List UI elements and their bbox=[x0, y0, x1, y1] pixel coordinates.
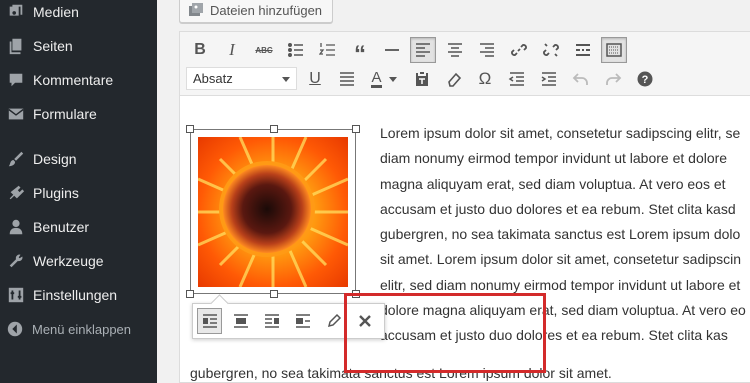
help-icon[interactable]: ? bbox=[632, 66, 658, 92]
sidebar-item-plugins[interactable]: Plugins bbox=[0, 176, 157, 210]
sidebar-item-label: Plugins bbox=[33, 185, 79, 201]
add-media-button[interactable]: Dateien hinzufügen bbox=[179, 0, 334, 23]
collapse-menu-label: Menü einklappen bbox=[32, 321, 132, 337]
sidebar-item-label: Benutzer bbox=[33, 219, 90, 235]
align-right-icon[interactable] bbox=[474, 37, 500, 63]
text-line: magna aliquyam erat, sed diam voluptua. … bbox=[380, 175, 726, 192]
numbered-list-icon[interactable] bbox=[315, 37, 341, 63]
collapse-arrow-icon bbox=[5, 319, 25, 339]
underline-icon[interactable]: U bbox=[302, 66, 328, 92]
paste-text-icon[interactable] bbox=[409, 66, 435, 92]
align-center-icon[interactable] bbox=[442, 37, 468, 63]
special-char-icon[interactable]: Ω bbox=[472, 66, 498, 92]
resize-handle[interactable] bbox=[186, 290, 194, 298]
justify-icon[interactable] bbox=[334, 66, 360, 92]
sidebar-item-label: Werkzeuge bbox=[33, 253, 104, 269]
sidebar-item-design[interactable]: Design bbox=[0, 142, 157, 176]
quote-icon[interactable]: “ bbox=[347, 37, 373, 66]
media-icon bbox=[6, 2, 26, 22]
sunflower-image bbox=[198, 137, 348, 287]
text-line: sit amet. Lorem ipsum dolor sit amet, co… bbox=[380, 251, 742, 268]
resize-handle[interactable] bbox=[186, 125, 194, 133]
sidebar-item-label: Design bbox=[33, 151, 77, 167]
bullet-list-icon[interactable] bbox=[283, 37, 309, 63]
image-align-left-button[interactable] bbox=[197, 308, 223, 334]
sidebar-item-forms[interactable]: Formulare bbox=[0, 97, 157, 131]
sidebar-item-settings[interactable]: Einstellungen bbox=[0, 278, 157, 312]
sidebar-item-label: Formulare bbox=[33, 106, 97, 122]
image-align-center-button[interactable] bbox=[228, 308, 253, 334]
align-none-icon bbox=[296, 314, 311, 328]
align-center-icon bbox=[233, 314, 248, 328]
text-line: elitr, sed diam nonumy eirmod tempor inv… bbox=[380, 276, 741, 293]
admin-sidebar: Medien Seiten Kommentare Formulare Desig… bbox=[0, 0, 157, 383]
add-media-icon bbox=[189, 3, 203, 16]
image-toolbar bbox=[192, 303, 385, 339]
settings-icon bbox=[6, 285, 26, 305]
sidebar-item-label: Einstellungen bbox=[33, 287, 118, 303]
image-align-right-button[interactable] bbox=[259, 308, 284, 334]
unlink-icon[interactable] bbox=[538, 37, 564, 63]
outdent-icon[interactable] bbox=[504, 66, 530, 92]
collapse-menu-button[interactable]: Menü einklappen bbox=[0, 312, 157, 346]
text-line: accusam et justo duo dolores et ea rebum… bbox=[380, 200, 736, 217]
sidebar-item-label: Medien bbox=[33, 4, 79, 20]
sidebar-item-users[interactable]: Benutzer bbox=[0, 210, 157, 244]
pages-icon bbox=[6, 36, 26, 56]
italic-icon[interactable]: I bbox=[219, 37, 245, 63]
resize-handle[interactable] bbox=[352, 290, 360, 298]
add-media-label: Dateien hinzufügen bbox=[210, 2, 323, 18]
text-line: accusam et justo duo dolores et ea rebum… bbox=[380, 327, 728, 344]
format-select-value: Absatz bbox=[193, 71, 233, 86]
align-left-icon bbox=[202, 314, 217, 328]
resize-handle[interactable] bbox=[352, 125, 360, 133]
toolbar-toggle-icon[interactable] bbox=[601, 37, 627, 63]
brush-icon bbox=[6, 149, 26, 169]
sidebar-item-label: Seiten bbox=[33, 38, 73, 54]
editor-area: Dateien hinzufügen B I ABC “ Absatz U A … bbox=[157, 0, 750, 383]
edit-pencil-icon bbox=[328, 313, 342, 328]
remove-x-icon bbox=[359, 315, 372, 327]
sidebar-item-tools[interactable]: Werkzeuge bbox=[0, 244, 157, 278]
comments-icon bbox=[6, 70, 26, 90]
bold-icon[interactable]: B bbox=[187, 37, 213, 63]
align-right-icon bbox=[264, 314, 279, 328]
editor-content[interactable]: Lorem ipsum dolor sit amet, consetetur s… bbox=[180, 97, 750, 383]
svg-text:?: ? bbox=[642, 74, 649, 86]
format-select[interactable]: Absatz bbox=[186, 67, 297, 90]
undo-icon[interactable] bbox=[568, 66, 594, 92]
mail-icon bbox=[6, 104, 26, 124]
wrench-icon bbox=[6, 251, 26, 271]
sidebar-item-pages[interactable]: Seiten bbox=[0, 29, 157, 63]
sidebar-item-media[interactable]: Medien bbox=[0, 0, 157, 29]
image-remove-button[interactable] bbox=[353, 308, 378, 334]
text-line: gubergren, no sea takimata sanctus est L… bbox=[190, 365, 612, 381]
strikethrough-icon[interactable]: ABC bbox=[251, 37, 277, 63]
redo-icon[interactable] bbox=[600, 66, 626, 92]
user-icon bbox=[6, 217, 26, 237]
image-align-none-button[interactable] bbox=[291, 308, 316, 334]
text-color-icon[interactable]: A bbox=[366, 66, 402, 92]
horizontal-line-icon[interactable] bbox=[379, 37, 405, 63]
sidebar-item-comments[interactable]: Kommentare bbox=[0, 63, 157, 97]
text-line: Lorem ipsum dolor sit amet, consetetur s… bbox=[380, 125, 741, 141]
plugin-icon bbox=[6, 183, 26, 203]
image-edit-button[interactable] bbox=[322, 308, 347, 334]
editor-toolbar: B I ABC “ Absatz U A Ω ? bbox=[180, 32, 750, 96]
sidebar-item-label: Kommentare bbox=[33, 72, 114, 88]
resize-handle[interactable] bbox=[270, 290, 278, 298]
text-line: gubergren, no sea takimata sanctus est L… bbox=[380, 226, 741, 243]
indent-icon[interactable] bbox=[536, 66, 562, 92]
chevron-down-icon bbox=[282, 77, 290, 82]
align-left-icon[interactable] bbox=[410, 37, 436, 63]
selected-image[interactable] bbox=[186, 125, 360, 298]
read-more-icon[interactable] bbox=[570, 37, 596, 63]
text-line: diam nonumy eirmod tempor invidunt ut la… bbox=[380, 150, 728, 167]
post-body-text[interactable]: Lorem ipsum dolor sit amet, consetetur s… bbox=[380, 121, 750, 349]
resize-handle[interactable] bbox=[270, 125, 278, 133]
clear-format-icon[interactable] bbox=[441, 66, 467, 92]
link-icon[interactable] bbox=[506, 37, 532, 63]
text-line: dolore magna aliquyam erat, sed diam vol… bbox=[380, 302, 746, 319]
